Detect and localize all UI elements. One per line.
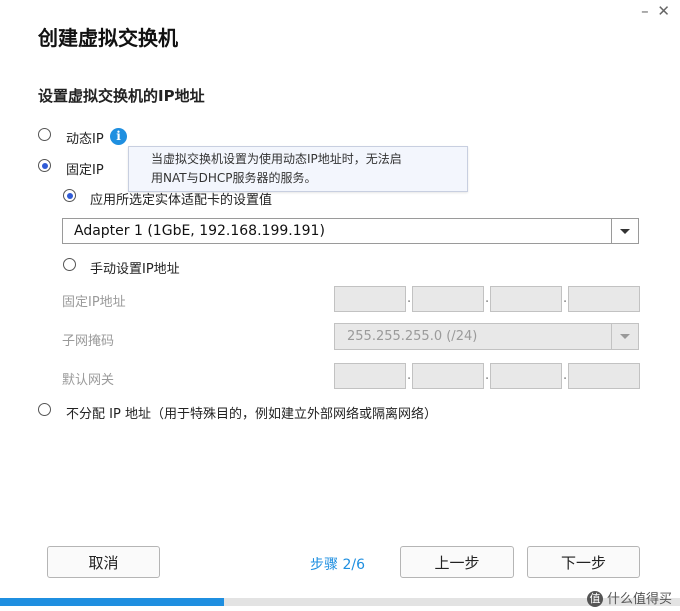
section-subtitle: 设置虚拟交换机的IP地址 <box>38 87 205 105</box>
adapter-select[interactable]: Adapter 1 (1GbE, 192.168.199.191) <box>62 218 639 244</box>
use-adapter-radio[interactable] <box>63 189 76 202</box>
no-ip-radio[interactable] <box>38 403 51 416</box>
watermark-logo-icon: 值 <box>586 591 603 607</box>
close-icon[interactable]: ✕ <box>657 2 672 20</box>
ip-octet-4-input[interactable] <box>568 286 640 312</box>
next-button[interactable]: 下一步 <box>527 546 640 578</box>
static-ip-address-label: 固定IP地址 <box>62 295 126 310</box>
info-icon[interactable]: i <box>110 128 127 145</box>
chevron-down-icon[interactable] <box>611 324 638 349</box>
static-ip-label[interactable]: 固定IP <box>66 159 104 178</box>
subnet-mask-label: 子网掩码 <box>62 334 115 349</box>
ip-octet-1-input[interactable] <box>334 286 406 312</box>
ip-dot: . <box>563 291 568 306</box>
chevron-down-icon[interactable] <box>611 219 638 243</box>
ip-octet-3-input[interactable] <box>490 286 562 312</box>
progress-fill <box>0 598 225 606</box>
no-ip-label[interactable]: 不分配 IP 地址（用于特殊目的，例如建立外部网络或隔离网络） <box>66 403 437 422</box>
dialog-title: 创建虚拟交换机 <box>38 26 178 50</box>
minimize-icon[interactable]: – <box>641 2 651 20</box>
static-ip-radio[interactable] <box>38 159 51 172</box>
manual-ip-label[interactable]: 手动设置IP地址 <box>90 258 180 277</box>
default-gateway-label: 默认网关 <box>62 373 115 388</box>
ip-dot: . <box>407 368 412 383</box>
gateway-octet-2-input[interactable] <box>412 363 484 389</box>
ip-dot: . <box>407 291 412 306</box>
window-controls: – ✕ <box>641 2 672 20</box>
cancel-button[interactable]: 取消 <box>47 546 160 578</box>
dynamic-ip-label[interactable]: 动态IP <box>66 128 104 147</box>
subnet-mask-value: 255.255.255.0 (/24) <box>347 329 478 344</box>
ip-octet-2-input[interactable] <box>412 286 484 312</box>
tooltip-line-2: 用NAT与DHCP服务器的服务。 <box>151 171 317 185</box>
ip-dot: . <box>563 368 568 383</box>
step-indicator: 步骤 2/6 <box>310 557 365 573</box>
ip-dot: . <box>485 368 490 383</box>
watermark-text: 什么值得买 <box>606 591 672 607</box>
subnet-mask-select[interactable]: 255.255.255.0 (/24) <box>334 323 639 350</box>
prev-button[interactable]: 上一步 <box>400 546 514 578</box>
dynamic-ip-radio[interactable] <box>38 128 51 141</box>
watermark: 值什么值得买 <box>586 588 672 607</box>
ip-dot: . <box>485 291 490 306</box>
progress-bar <box>0 598 680 606</box>
gateway-octet-1-input[interactable] <box>334 363 406 389</box>
gateway-octet-4-input[interactable] <box>568 363 640 389</box>
manual-ip-radio[interactable] <box>63 258 76 271</box>
info-tooltip: 当虚拟交换机设置为使用动态IP地址时，无法启 用NAT与DHCP服务器的服务。 <box>128 146 468 192</box>
adapter-select-value: Adapter 1 (1GbE, 192.168.199.191) <box>74 223 325 239</box>
tooltip-line-1: 当虚拟交换机设置为使用动态IP地址时，无法启 <box>151 152 402 166</box>
gateway-octet-3-input[interactable] <box>490 363 562 389</box>
